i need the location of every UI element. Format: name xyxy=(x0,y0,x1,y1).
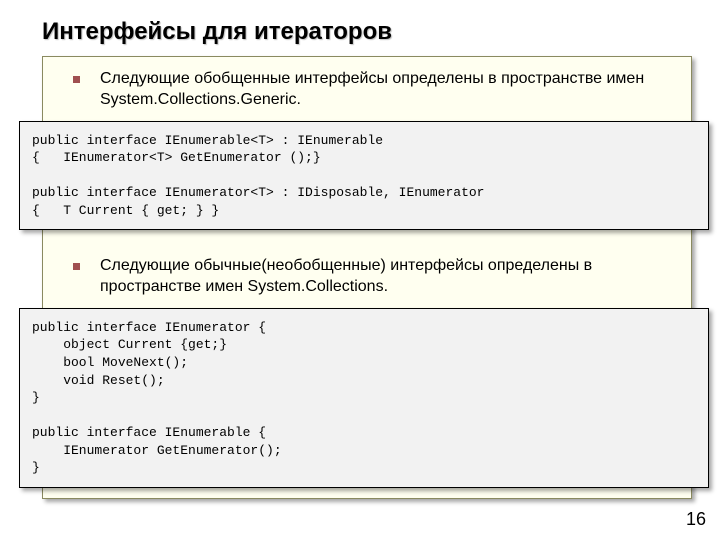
square-bullet-icon xyxy=(73,263,80,270)
bullet-item-2: Следующие обычные(необобщенные) интерфей… xyxy=(43,250,691,304)
bullet-item-1: Следующие обобщенные интерфейсы определе… xyxy=(43,63,691,117)
square-bullet-icon xyxy=(73,76,80,83)
code-block-generic: public interface IEnumerable<T> : IEnume… xyxy=(19,121,709,231)
bullet-text-2: Следующие обычные(необобщенные) интерфей… xyxy=(100,256,673,298)
slide-title: Интерфейсы для итераторов xyxy=(0,0,720,56)
spacer xyxy=(43,234,691,250)
code-block-nongeneric: public interface IEnumerator { object Cu… xyxy=(19,308,709,488)
page-number: 16 xyxy=(686,509,706,530)
bullet-text-1: Следующие обобщенные интерфейсы определе… xyxy=(100,69,673,111)
content-panel: Следующие обобщенные интерфейсы определе… xyxy=(42,56,692,499)
